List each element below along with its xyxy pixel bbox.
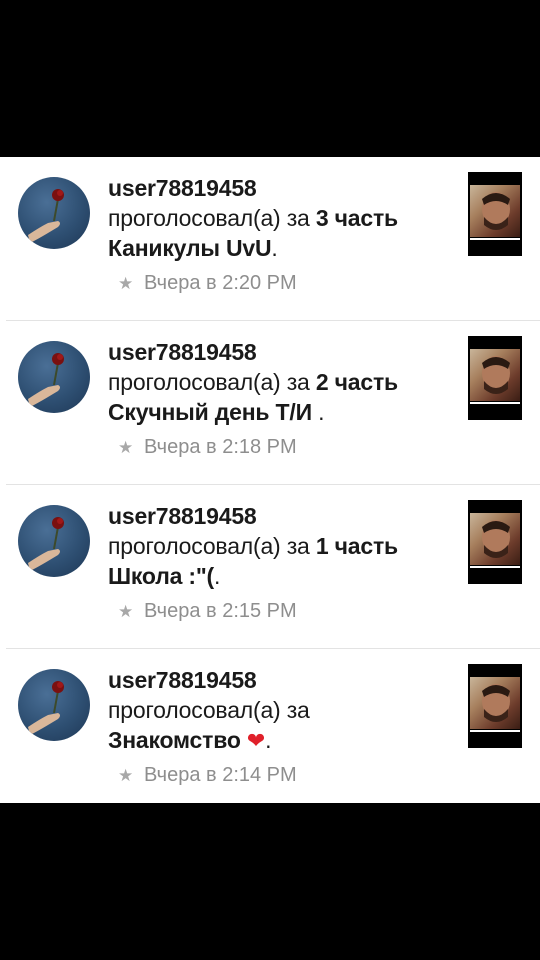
suffix: . [311,399,325,425]
action-text: проголосовал(а) за [108,369,310,395]
cover-photo [470,185,520,237]
timestamp: Вчера в 2:15 PM [144,600,297,622]
story-cover[interactable] [468,664,522,748]
star-icon: ★ [118,602,134,621]
navigation-bar-area [0,803,540,960]
notification-item[interactable]: user78819458 проголосовал(а) за 1 часть … [0,485,540,649]
notification-text: user78819458 проголосовал(а) за 1 часть … [108,501,448,591]
rose-icon [28,681,64,735]
person-portrait-icon [482,192,510,230]
heart-icon: ❤ [246,728,266,753]
cover-photo [470,513,520,565]
story-cover[interactable] [468,172,522,256]
person-portrait-icon [482,684,510,722]
notification-item[interactable]: user78819458 проголосовал(а) за 3 часть … [0,157,540,321]
part-number: 2 часть [315,369,398,395]
action-text: проголосовал(а) за [108,697,310,723]
notification-text: user78819458 проголосовал(а) за 3 часть … [108,173,448,263]
suffix: . [265,727,272,753]
timestamp: Вчера в 2:14 PM [144,764,297,786]
timestamp: Вчера в 2:20 PM [144,272,297,294]
person-portrait-icon [482,356,510,394]
rose-icon [28,517,64,571]
story-title[interactable]: Каникулы UvU [108,235,272,261]
rose-icon [28,189,64,243]
username[interactable]: user78819458 [108,501,448,531]
user-avatar[interactable] [18,341,90,413]
cover-stripe [470,402,520,404]
action-text: проголосовал(а) за [108,205,310,231]
story-title[interactable]: Скучный день Т/И [108,399,312,425]
action-text: проголосовал(а) за [108,533,310,559]
star-icon: ★ [118,274,134,293]
notification-item[interactable]: user78819458 проголосовал(а) за 2 часть … [0,321,540,485]
timestamp-row: ★ Вчера в 2:14 PM [118,761,297,789]
part-number: 1 часть [315,533,398,559]
story-title[interactable]: Школа :"( [108,563,214,589]
notification-text: user78819458 проголосовал(а) за 2 часть … [108,337,448,427]
user-avatar[interactable] [18,669,90,741]
person-portrait-icon [482,520,510,558]
story-cover[interactable] [468,336,522,420]
star-icon: ★ [118,766,134,785]
cover-stripe [470,730,520,732]
user-avatar[interactable] [18,505,90,577]
rose-icon [28,353,64,407]
timestamp-row: ★ Вчера в 2:20 PM [118,269,297,297]
cover-photo [470,349,520,401]
notification-item[interactable]: user78819458 проголосовал(а) за Знакомст… [0,649,540,813]
notification-feed: user78819458 проголосовал(а) за 3 часть … [0,157,540,813]
suffix: . [214,563,221,589]
star-icon: ★ [118,438,134,457]
part-number: 3 часть [315,205,398,231]
timestamp: Вчера в 2:18 PM [144,436,297,458]
user-avatar[interactable] [18,177,90,249]
cover-photo [470,677,520,729]
suffix: . [271,235,278,261]
story-cover[interactable] [468,500,522,584]
cover-stripe [470,238,520,240]
timestamp-row: ★ Вчера в 2:15 PM [118,597,297,625]
username[interactable]: user78819458 [108,337,448,367]
username[interactable]: user78819458 [108,173,448,203]
cover-stripe [470,566,520,568]
username[interactable]: user78819458 [108,665,448,695]
story-title[interactable]: Знакомство [108,727,241,753]
notification-text: user78819458 проголосовал(а) за Знакомст… [108,665,448,756]
status-bar-area [0,0,540,157]
timestamp-row: ★ Вчера в 2:18 PM [118,433,297,461]
